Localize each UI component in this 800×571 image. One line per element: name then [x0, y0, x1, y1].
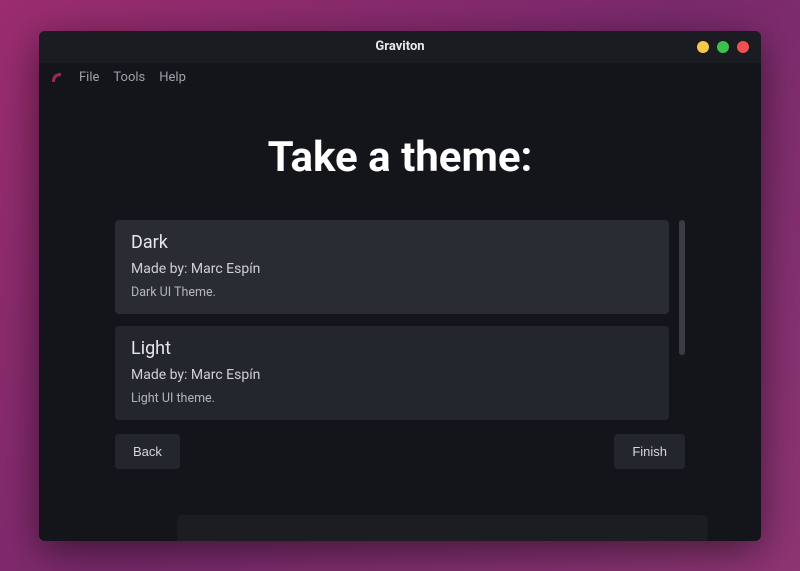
- content-area: Take a theme: Dark Made by: Marc Espín D…: [39, 93, 761, 541]
- menu-tools[interactable]: Tools: [113, 70, 145, 85]
- page-heading: Take a theme:: [268, 133, 533, 182]
- app-window: Graviton File Tools Help Take a theme: D…: [39, 31, 761, 541]
- theme-description: Dark UI Theme.: [131, 285, 653, 300]
- close-button[interactable]: [737, 41, 749, 53]
- footer-buttons: Back Finish: [115, 434, 685, 469]
- theme-card-light[interactable]: Light Made by: Marc Espín Light UI theme…: [115, 326, 669, 420]
- menu-file[interactable]: File: [79, 70, 99, 85]
- theme-list: Dark Made by: Marc Espín Dark UI Theme. …: [115, 220, 669, 420]
- menu-help[interactable]: Help: [159, 70, 186, 85]
- scrollbar-thumb[interactable]: [679, 220, 685, 355]
- window-title: Graviton: [375, 39, 424, 54]
- theme-name: Dark: [131, 232, 653, 253]
- theme-name: Light: [131, 338, 653, 359]
- app-logo-icon: [49, 70, 65, 86]
- theme-description: Light UI theme.: [131, 391, 653, 406]
- finish-button[interactable]: Finish: [614, 434, 685, 469]
- scrollbar[interactable]: [679, 220, 685, 420]
- minimize-button[interactable]: [697, 41, 709, 53]
- bottom-panel: [177, 515, 707, 541]
- maximize-button[interactable]: [717, 41, 729, 53]
- menubar: File Tools Help: [39, 63, 761, 93]
- back-button[interactable]: Back: [115, 434, 180, 469]
- titlebar: Graviton: [39, 31, 761, 63]
- theme-author: Made by: Marc Espín: [131, 367, 653, 383]
- theme-list-container: Dark Made by: Marc Espín Dark UI Theme. …: [115, 220, 685, 420]
- theme-author: Made by: Marc Espín: [131, 261, 653, 277]
- window-controls: [697, 41, 749, 53]
- theme-card-dark[interactable]: Dark Made by: Marc Espín Dark UI Theme.: [115, 220, 669, 314]
